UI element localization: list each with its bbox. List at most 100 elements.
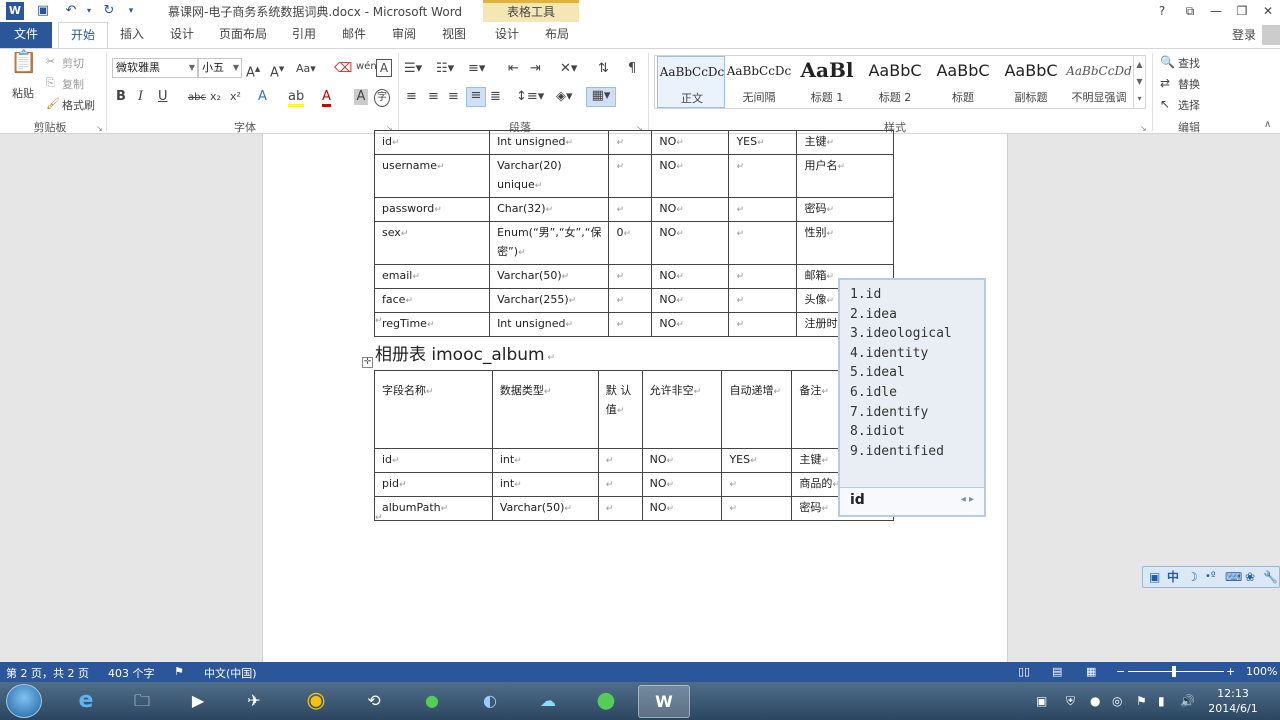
ime-skin-icon[interactable]: ❀ <box>1245 569 1255 585</box>
table-cell[interactable]: albumPath↵ <box>374 496 493 521</box>
zoom-in-icon[interactable]: + <box>1226 665 1235 678</box>
table-header-cell[interactable]: 默 认 值↵ <box>597 370 643 449</box>
table-cell[interactable]: id↵ <box>374 448 493 473</box>
table-cell[interactable]: 性别↵ <box>796 221 894 265</box>
table-cell[interactable]: pid↵ <box>374 472 493 497</box>
table-header-cell[interactable]: 数据类型↵ <box>491 370 599 449</box>
zoom-level[interactable]: 100% <box>1246 665 1277 678</box>
ime-punctuation-icon[interactable]: •º <box>1205 569 1216 585</box>
table-row[interactable]: pid↵ int↵ ↵ NO↵ ↵ 商品的↵ <box>374 472 894 497</box>
font-color-icon[interactable]: A <box>322 89 331 107</box>
table-cell[interactable]: Int unsigned↵ <box>489 130 610 155</box>
table-header-cell[interactable]: 字段名称↵ <box>374 370 493 449</box>
avatar[interactable] <box>1262 25 1280 45</box>
media-player-icon[interactable]: ▶ <box>172 685 224 718</box>
format-painter-button[interactable]: 格式刷 <box>62 97 95 113</box>
flag-tray-icon[interactable]: ⚑ <box>1136 694 1147 708</box>
asian-layout-icon[interactable]: ✕▾ <box>560 61 577 77</box>
align-center-icon[interactable]: ≡ <box>428 89 439 105</box>
select-icon[interactable]: ↖ <box>1160 96 1170 112</box>
table-cell[interactable]: ↵ <box>608 197 653 222</box>
tab-table-design[interactable]: 设计 <box>486 22 528 48</box>
table-cell[interactable]: NO↵ <box>651 154 730 198</box>
table-move-handle[interactable]: ✛ <box>362 357 373 368</box>
help-button[interactable]: ? <box>1152 2 1172 20</box>
grow-font-icon[interactable]: A▲ <box>246 61 260 81</box>
table-cell[interactable]: 0↵ <box>608 221 653 265</box>
table-cell[interactable]: sex↵ <box>373 221 491 265</box>
tab-table-layout[interactable]: 布局 <box>536 22 578 48</box>
ime-candidate[interactable]: 5.ideal <box>850 363 952 383</box>
ime-candidate[interactable]: 1.id <box>850 285 952 305</box>
borders-icon[interactable]: ▦▾ <box>586 87 616 107</box>
numbering-icon[interactable]: ☷▾ <box>436 61 454 77</box>
increase-indent-icon[interactable]: ⇥ <box>530 61 541 77</box>
char-shading-icon[interactable]: A <box>354 89 368 105</box>
ie-icon[interactable]: e <box>60 685 112 718</box>
style-subtle-emphasis[interactable]: AaBbCcDd 不明显强调 <box>1065 56 1133 108</box>
tab-home[interactable]: 开始 <box>58 22 108 48</box>
distributed-icon[interactable]: ≣ <box>490 89 501 105</box>
network-app-icon[interactable]: ⟲ <box>348 685 400 718</box>
tab-view[interactable]: 视图 <box>434 22 474 48</box>
table-cell[interactable]: NO↵ <box>641 496 723 521</box>
customize-toolbar-icon[interactable]: ▾ <box>122 2 140 20</box>
phonetic-guide-icon[interactable]: wén <box>356 59 377 75</box>
table-cell[interactable]: ↵ <box>608 312 653 337</box>
explorer-icon[interactable]: 🗀 <box>116 685 168 718</box>
table-cell[interactable]: Varchar(20) unique↵ <box>489 154 610 198</box>
find-icon[interactable]: 🔍 <box>1160 54 1175 70</box>
tab-file[interactable]: 文件 <box>0 22 52 48</box>
table-cell[interactable]: int↵ <box>491 448 599 473</box>
table-row[interactable]: face↵ Varchar(255)↵ ↵ NO↵ ↵ 头像↵ <box>373 288 894 313</box>
close-button[interactable]: ✕ <box>1258 2 1278 20</box>
table-row[interactable]: regTime↵Int unsigned↵↵NO↵↵注册时↵ <box>373 312 894 337</box>
redo-icon[interactable]: ↻ <box>100 2 118 20</box>
decrease-indent-icon[interactable]: ⇤ <box>508 61 519 77</box>
table-cell[interactable]: ↵ <box>608 154 653 198</box>
table-cell[interactable]: NO↵ <box>651 197 730 222</box>
ime-candidate[interactable]: 2.idea <box>850 305 952 325</box>
table-cell[interactable]: username↵ <box>373 154 491 198</box>
ime-settings-icon[interactable]: 🔧 <box>1263 569 1278 585</box>
cloud-app-icon[interactable]: ☁ <box>522 685 574 718</box>
login-link[interactable]: 登录 <box>1232 26 1256 43</box>
justify-icon[interactable]: ≡ <box>466 87 486 107</box>
change-case-icon[interactable]: Aa▾ <box>296 61 316 77</box>
table-cell[interactable]: password↵ <box>373 197 491 222</box>
sort-icon[interactable]: ⇅ <box>598 61 609 77</box>
table-cell[interactable]: ↵ <box>597 448 643 473</box>
copy-button[interactable]: 复制 <box>62 76 84 92</box>
font-size-combo[interactable]: 小五 ▼ <box>198 58 242 78</box>
styles-scroll[interactable]: ▲ ▼ ▾ <box>1133 56 1145 108</box>
table-cell[interactable]: ↵ <box>608 264 653 289</box>
font-name-combo[interactable]: 微软雅黑 ▼ <box>112 58 198 78</box>
table-cell[interactable]: NO↵ <box>651 312 730 337</box>
zoom-slider[interactable] <box>1128 671 1224 672</box>
read-mode-icon[interactable]: ▯▯ <box>1018 665 1030 678</box>
format-painter-icon[interactable]: 🖌 <box>46 96 60 112</box>
superscript-icon[interactable]: x² <box>230 89 241 105</box>
green-app-icon[interactable]: ● <box>406 685 458 718</box>
underline-icon[interactable]: U <box>158 89 168 105</box>
table-cell[interactable]: Enum(“男”,“女”,“保密”)↵ <box>489 221 610 265</box>
tab-page-layout[interactable]: 页面布局 <box>212 22 274 48</box>
zoom-slider-thumb[interactable] <box>1172 666 1176 677</box>
ime-candidate[interactable]: 8.idiot <box>850 422 952 442</box>
table-cell[interactable]: Varchar(255)↵ <box>489 288 610 313</box>
shrink-font-icon[interactable]: A▼ <box>270 61 284 81</box>
table-header-cell[interactable]: 允许非空↵ <box>641 370 723 449</box>
zoom-out-icon[interactable]: − <box>1116 665 1125 678</box>
style-no-spacing[interactable]: AaBbCcDc 无间隔 <box>725 56 793 108</box>
align-left-icon[interactable]: ≡ <box>406 89 417 105</box>
table-cell[interactable]: ↵ <box>597 472 643 497</box>
chat-app-icon[interactable]: ◐ <box>464 685 516 718</box>
table-header-row[interactable]: 字段名称↵ 数据类型↵ 默 认 值↵ 允许非空↵ 自动递增↵ 备注↵ <box>374 370 894 449</box>
char-border-icon[interactable]: A <box>376 59 392 77</box>
table-row[interactable]: sex↵ Enum(“男”,“女”,“保密”)↵ 0↵ NO↵ ↵ 性别↵ <box>373 221 894 265</box>
highlight-icon[interactable]: ab <box>288 89 305 107</box>
style-heading-1[interactable]: AaBl 标题 1 <box>793 56 861 108</box>
text-effects-icon[interactable]: A <box>258 89 267 105</box>
style-normal[interactable]: AaBbCcDc 正文 <box>657 56 725 108</box>
multilevel-list-icon[interactable]: ≡▾ <box>468 61 485 77</box>
